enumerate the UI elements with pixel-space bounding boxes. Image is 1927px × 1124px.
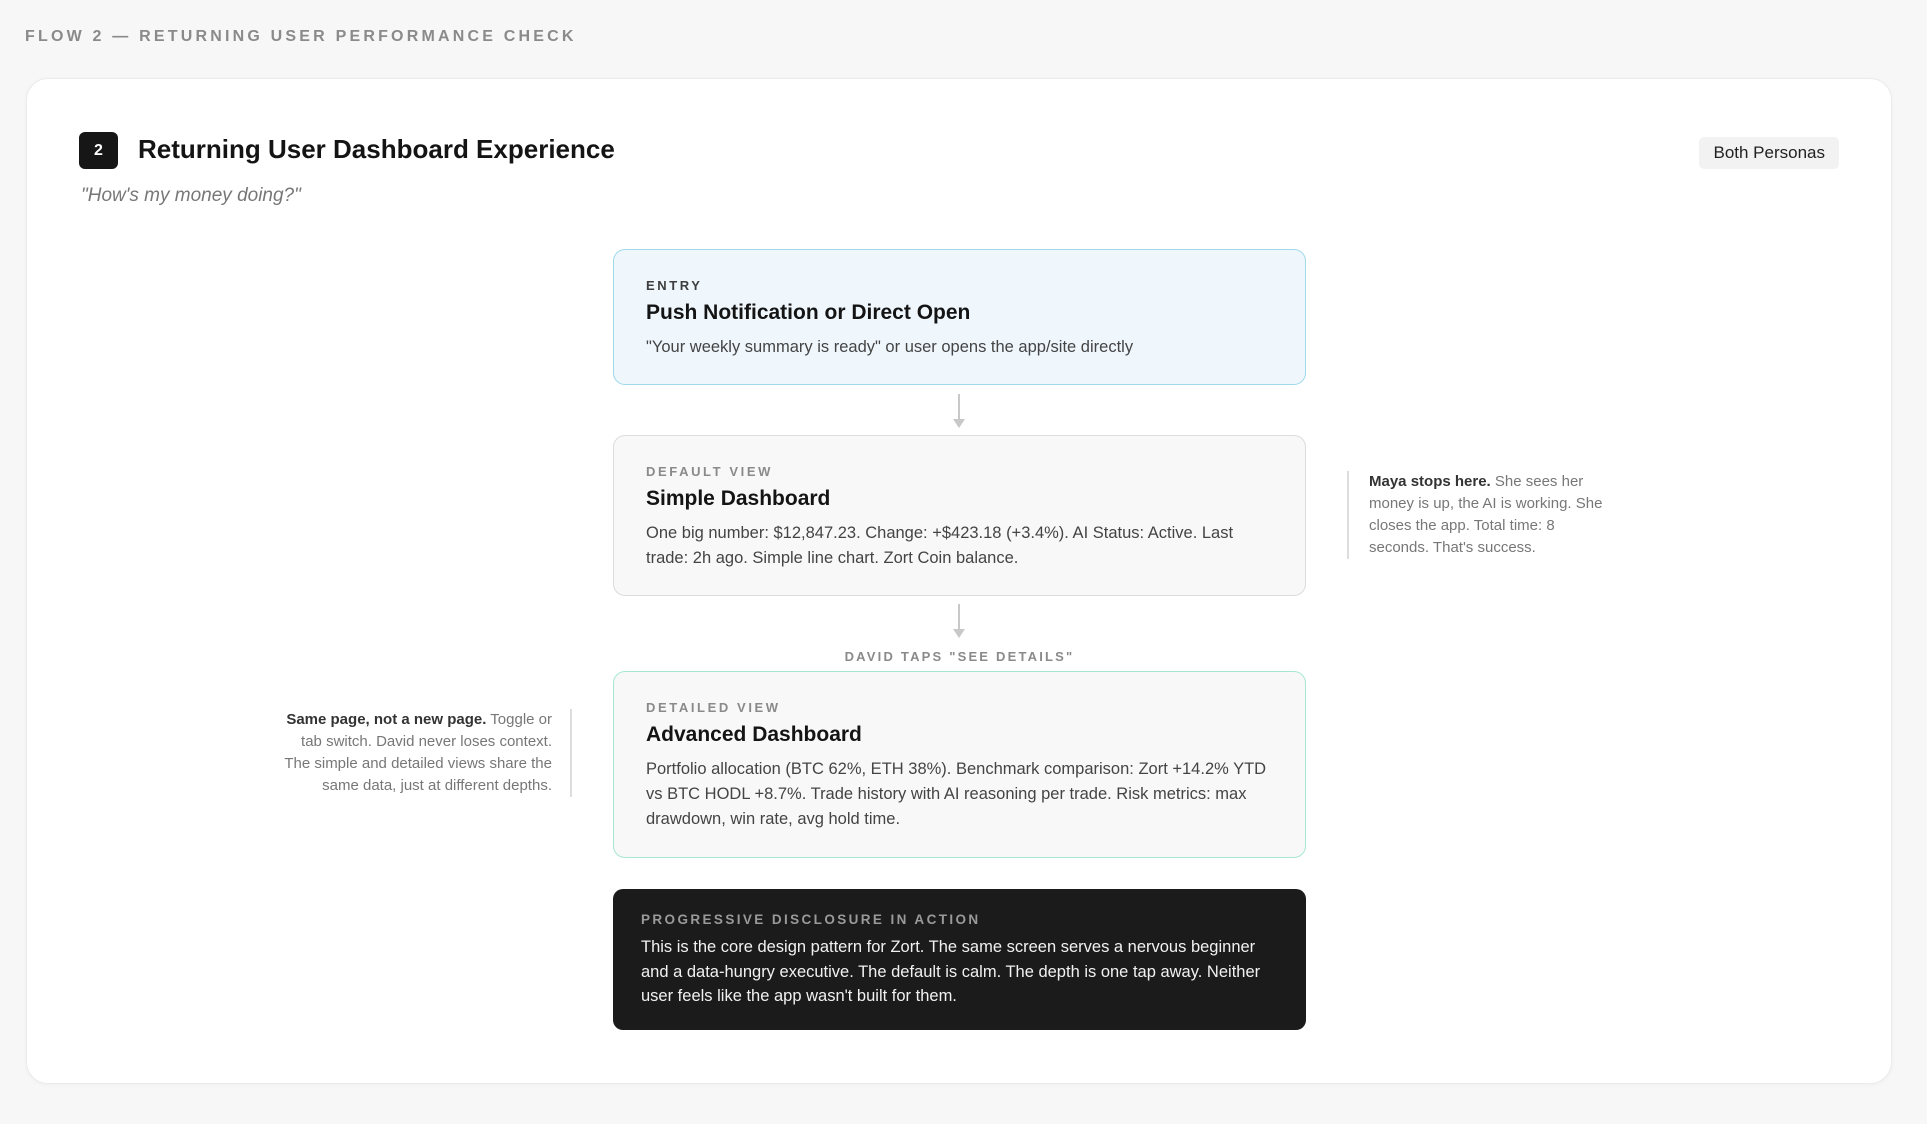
step-entry: ENTRY Push Notification or Direct Open "…	[613, 249, 1306, 385]
step-default-view: DEFAULT VIEW Simple Dashboard One big nu…	[613, 435, 1306, 596]
step-title: Simple Dashboard	[646, 487, 831, 510]
flow-card: 2 Returning User Dashboard Experience Bo…	[26, 78, 1892, 1084]
annotation-emphasis: Maya stops here.	[1369, 473, 1491, 490]
step-title: Push Notification or Direct Open	[646, 301, 971, 324]
step-kicker: DEFAULT VIEW	[646, 464, 774, 479]
step-kicker: DETAILED VIEW	[646, 700, 781, 715]
step-title: Advanced Dashboard	[646, 723, 862, 746]
flow-number-badge: 2	[79, 132, 118, 169]
step-description: One big number: $12,847.23. Change: +$42…	[646, 524, 1234, 567]
annotation-maya: Maya stops here. She sees her money is u…	[1347, 471, 1609, 559]
transition-label: DAVID TAPS "SEE DETAILS"	[844, 649, 1075, 664]
annotation-emphasis: Same page, not a new page.	[286, 711, 487, 728]
flow-quote: "How's my money doing?"	[81, 185, 301, 206]
progressive-disclosure-callout: PROGRESSIVE DISCLOSURE IN ACTION This is…	[613, 889, 1306, 1030]
flow-title: Returning User Dashboard Experience	[138, 134, 615, 164]
arrow-down-icon	[953, 604, 965, 638]
annotation-same-page: Same page, not a new page. Toggle or tab…	[277, 709, 572, 797]
step-detailed-view: DETAILED VIEW Advanced Dashboard Portfol…	[613, 671, 1306, 858]
step-kicker: ENTRY	[646, 278, 703, 293]
page-label: FLOW 2 — RETURNING USER PERFORMANCE CHEC…	[25, 28, 577, 45]
callout-body: This is the core design pattern for Zort…	[641, 938, 1261, 1005]
arrow-down-icon	[953, 394, 965, 428]
callout-kicker: PROGRESSIVE DISCLOSURE IN ACTION	[641, 912, 981, 927]
step-description: "Your weekly summary is ready" or user o…	[646, 338, 1134, 356]
step-description: Portfolio allocation (BTC 62%, ETH 38%).…	[646, 760, 1267, 828]
persona-badge: Both Personas	[1699, 137, 1839, 169]
